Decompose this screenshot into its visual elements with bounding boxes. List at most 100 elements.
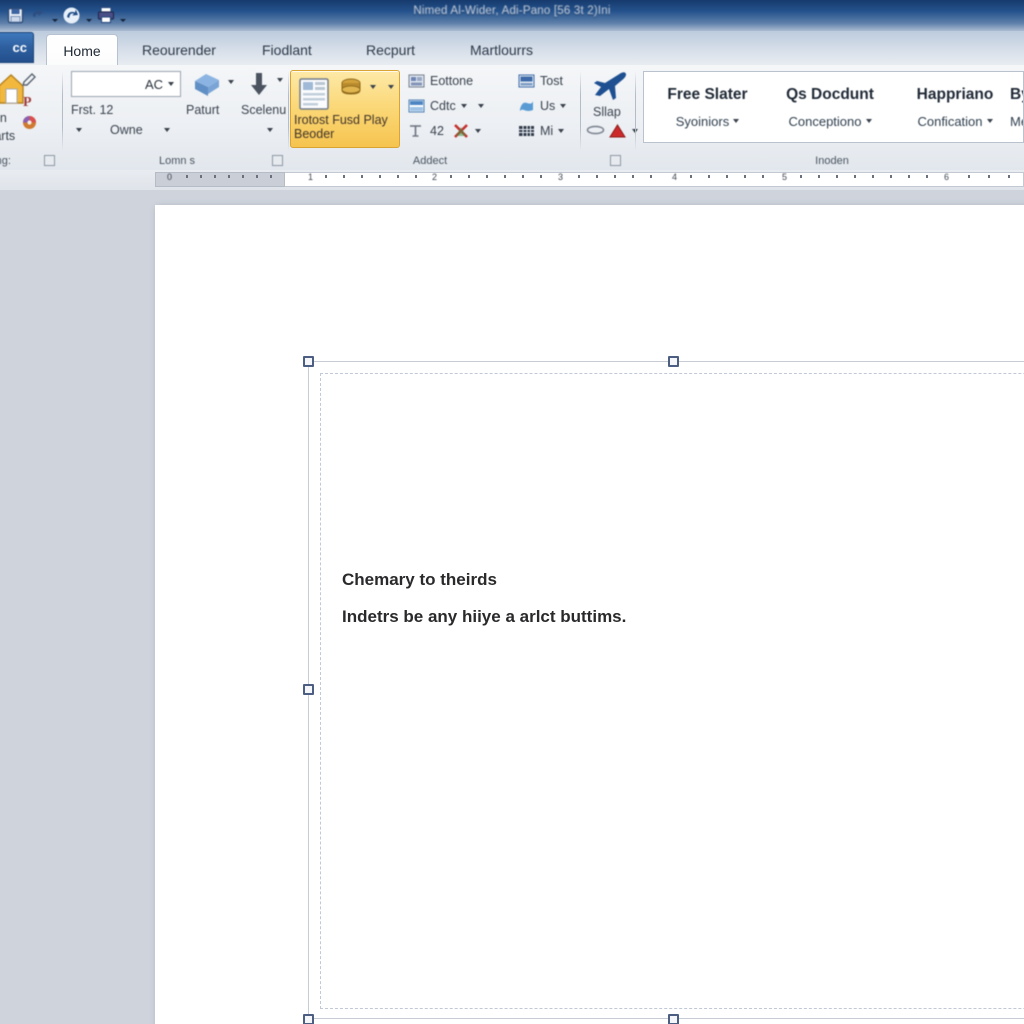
font-combo[interactable]: AC [71, 71, 181, 97]
insert-fused-play-border-button[interactable]: Irotost Fusd Play Beoder [290, 70, 400, 148]
paint-caret-icon[interactable] [226, 75, 236, 89]
ribbon-label-paturt: Paturt [186, 103, 220, 117]
us-button[interactable]: Us [518, 98, 567, 114]
ribbon-group-label-ating: ating: [0, 155, 11, 167]
tab-home[interactable]: Home [46, 34, 118, 66]
eottone-label: Eottone [430, 74, 474, 88]
ribbon: oon Parts P ating: [0, 65, 1024, 171]
tost-button[interactable]: Tost [518, 73, 563, 89]
document-page[interactable]: Chemary to theirds Indetrs be any hiiye … [155, 205, 1024, 1024]
grid-icon [518, 123, 535, 139]
ruler-margin-left[interactable] [155, 172, 285, 187]
selection-caret-icon[interactable] [274, 73, 286, 87]
style-free-slater[interactable]: Free Slater Syoiniors [650, 72, 765, 142]
cdtc-button[interactable]: Cdtc [408, 98, 484, 114]
resize-handle-middle-left[interactable] [303, 684, 314, 695]
clear-formatting-icon[interactable] [453, 123, 470, 139]
tab-fiodlant[interactable]: Fiodlant [248, 34, 326, 66]
ribbon-label-frst12: Frst. 12 [71, 103, 114, 117]
style-by[interactable]: By Me [1010, 72, 1023, 142]
style-qs-docdunt-sub[interactable]: Conceptiono [789, 114, 872, 129]
resize-handle-bottom-center[interactable] [668, 1014, 679, 1024]
resize-handle-top-left[interactable] [303, 356, 314, 367]
style-free-slater-caret-icon[interactable] [733, 119, 740, 123]
pi-icon[interactable]: P [20, 92, 38, 110]
style-qs-docdunt-sub-label: Conceptiono [788, 113, 862, 129]
warning-triangle-icon[interactable] [608, 123, 627, 139]
text-height-icon [408, 123, 425, 139]
style-happriano-sub[interactable]: Confication [917, 113, 993, 129]
big-button-caret2-icon[interactable] [385, 80, 397, 94]
document-line-2[interactable]: Indetrs be any hiiye a arlct buttims. [342, 608, 626, 625]
us-icon [518, 98, 535, 114]
addect-dialog-launcher[interactable] [610, 155, 621, 166]
sllap-label: Sllap [593, 105, 621, 119]
ribbon-label-oon: oon [0, 111, 7, 125]
download-arrow-icon[interactable] [244, 70, 274, 100]
cdtc-caret2-icon[interactable] [477, 104, 484, 108]
ribbon-group-inoden: Free Slater Syoiniors Qs Docdunt Concept… [640, 65, 1024, 170]
style-happriano-caret-icon[interactable] [986, 119, 993, 123]
resize-handle-top-center[interactable] [668, 356, 679, 367]
chevron-down-icon-owne[interactable] [160, 123, 174, 137]
style-by-sub[interactable]: Me [1010, 114, 1023, 129]
big-button-caret-icon[interactable] [367, 80, 379, 94]
ribbon-label-scelenu: Scelenu [241, 103, 287, 117]
scelenu-caret-icon[interactable] [264, 123, 276, 137]
paint-bucket-icon[interactable] [191, 71, 223, 99]
ribbon-group-label-addect: Addect [412, 155, 448, 167]
cdtc-caret-icon[interactable] [460, 104, 467, 108]
style-gallery[interactable]: Free Slater Syoiniors Qs Docdunt Concept… [643, 71, 1024, 143]
ruler-number-2: 2 [432, 172, 438, 182]
cdtc-icon [408, 98, 425, 114]
us-caret-icon[interactable] [560, 104, 567, 108]
tab-file[interactable]: cc [0, 32, 34, 63]
document-line-1[interactable]: Chemary to theirds [342, 571, 497, 588]
ribbon-separator-2 [288, 71, 289, 151]
resize-handle-bottom-left[interactable] [303, 1014, 314, 1024]
ruler-number-1: 1 [308, 172, 314, 182]
selected-object-inner-border [320, 373, 1024, 1009]
style-qs-docdunt-title: Qs Docdunt [786, 85, 874, 103]
style-happriano[interactable]: Happriano Confication [895, 72, 1015, 142]
style-qs-docdunt[interactable]: Qs Docdunt Conceptiono [765, 72, 895, 142]
sllap-options-row[interactable] [586, 123, 638, 139]
lomns-dialog-launcher[interactable] [272, 155, 283, 166]
mi-label: Mi [540, 124, 554, 138]
stack-layers-icon [337, 76, 365, 104]
mi-button[interactable]: Mi [518, 123, 565, 139]
link-icon[interactable] [586, 123, 605, 139]
eottone-icon [408, 73, 425, 89]
mi-caret-icon[interactable] [558, 129, 565, 133]
tost-icon [518, 73, 535, 89]
style-free-slater-sub[interactable]: Syoiniors [676, 114, 740, 129]
airplane-icon[interactable] [590, 69, 630, 103]
ribbon-separator-1 [62, 71, 63, 151]
horizontal-ruler[interactable]: 0 1 2 3 4 5 6 [0, 170, 1024, 191]
ribbon-separator-inner [580, 71, 581, 151]
style-happriano-sub-label: Confication [917, 113, 983, 129]
tab-recpurt[interactable]: Recpurt [352, 34, 429, 66]
document-workspace[interactable]: Chemary to theirds Indetrs be any hiiye … [0, 190, 1024, 1024]
number-42-button[interactable]: 42 [408, 123, 481, 139]
ruler-number-4: 4 [672, 172, 678, 182]
style-by-title: By [1010, 85, 1023, 103]
eottone-button[interactable]: Eottone [408, 73, 473, 89]
chevron-down-icon-font[interactable] [72, 123, 86, 137]
tab-reourender[interactable]: Reourender [128, 34, 230, 66]
ribbon-label-owne: Owne [110, 123, 143, 137]
clear-formatting-caret-icon[interactable] [474, 129, 481, 133]
chevron-down-icon[interactable] [168, 82, 174, 86]
colorwheel-icon[interactable] [20, 113, 38, 131]
ruler-number-3: 3 [558, 172, 564, 182]
tab-martlourrs[interactable]: Martlourrs [456, 34, 547, 66]
ribbon-separator-3 [635, 71, 636, 151]
ribbon-group-label-inoden: Inoden [815, 155, 849, 167]
ruler-track[interactable] [155, 172, 1024, 187]
ating-dialog-launcher[interactable] [44, 155, 55, 166]
quick-edit-icon[interactable] [20, 71, 38, 89]
ribbon-group-ating: oon Parts P ating: [0, 65, 60, 170]
document-frame-icon [295, 75, 333, 113]
style-qs-docdunt-caret-icon[interactable] [865, 119, 872, 123]
tost-label: Tost [540, 74, 563, 88]
